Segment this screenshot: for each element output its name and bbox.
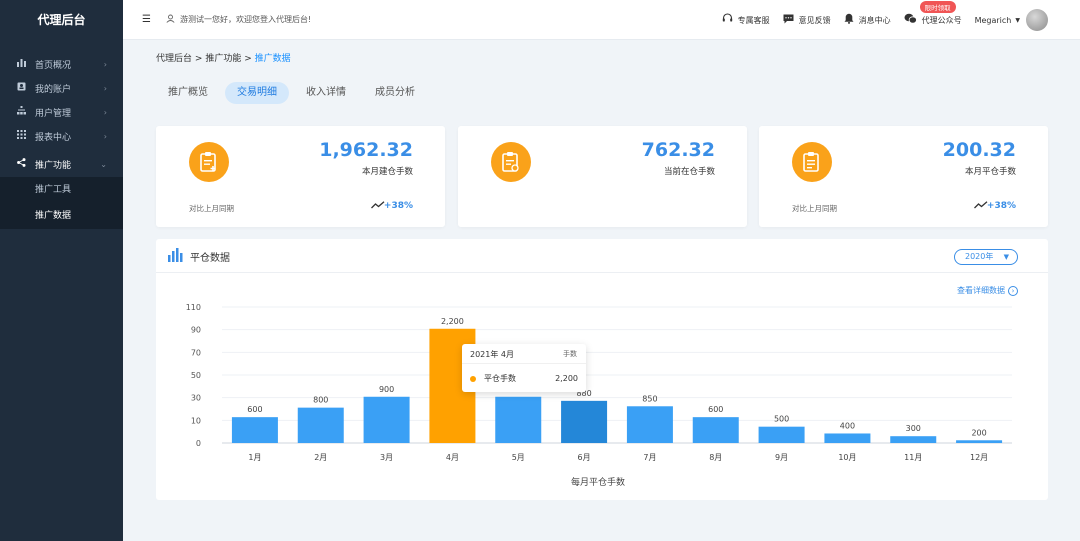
x-tick-label: 2月 — [314, 453, 327, 462]
bar-value-label: 800 — [313, 396, 328, 405]
tooltip-unit: 手数 — [563, 350, 577, 358]
x-tick-label: 8月 — [709, 453, 722, 462]
y-tick-label: 10 — [191, 416, 201, 425]
bar — [692, 417, 739, 443]
tooltip-value: 2,200 — [555, 374, 578, 383]
x-tick-label: 12月 — [970, 453, 988, 462]
bar — [956, 440, 1003, 443]
x-tick-label: 9月 — [775, 453, 788, 462]
tooltip-header: 2021年 4月 — [470, 350, 514, 359]
y-tick-label: 50 — [191, 371, 201, 380]
bar — [495, 396, 542, 443]
x-tick-label: 11月 — [904, 453, 922, 462]
bar-value-label: 600 — [708, 405, 723, 414]
series-dot — [470, 375, 476, 382]
bar-value-label: 400 — [840, 421, 855, 430]
x-tick-label: 5月 — [512, 453, 525, 462]
x-tick-label: 3月 — [380, 453, 393, 462]
x-axis-label: 每月平仓手数 — [571, 476, 625, 488]
x-tick-label: 4月 — [446, 453, 459, 462]
bar — [890, 436, 937, 443]
bar-value-label: 500 — [774, 415, 789, 424]
bar-value-label: 300 — [906, 424, 921, 433]
bar-value-label: 900 — [379, 385, 394, 394]
y-tick-label: 70 — [191, 348, 201, 357]
bar — [561, 400, 608, 443]
bar-value-label: 850 — [642, 394, 657, 403]
bar-chart: 010305070901106001月8002月9003月2,2004月9005… — [186, 303, 1012, 488]
x-tick-label: 7月 — [643, 453, 656, 462]
bar-value-label: 200 — [971, 428, 986, 437]
y-tick-label: 0 — [196, 439, 201, 448]
y-tick-label: 90 — [191, 326, 201, 335]
y-tick-label: 110 — [186, 303, 201, 312]
x-tick-label: 10月 — [838, 453, 856, 462]
bar — [626, 406, 673, 443]
bar-value-label: 2,200 — [441, 317, 464, 326]
chart-tooltip: 2021年 4月 手数 平仓手数 2,200 — [462, 344, 586, 392]
bar — [297, 407, 344, 443]
y-tick-label: 30 — [191, 394, 201, 403]
bar — [363, 396, 410, 443]
bar-value-label: 600 — [247, 405, 262, 414]
x-tick-label: 6月 — [578, 453, 591, 462]
bar — [824, 433, 871, 443]
bar — [231, 417, 278, 443]
bar — [758, 426, 805, 443]
x-tick-label: 1月 — [248, 453, 261, 462]
tooltip-series: 平仓手数 — [484, 374, 516, 383]
